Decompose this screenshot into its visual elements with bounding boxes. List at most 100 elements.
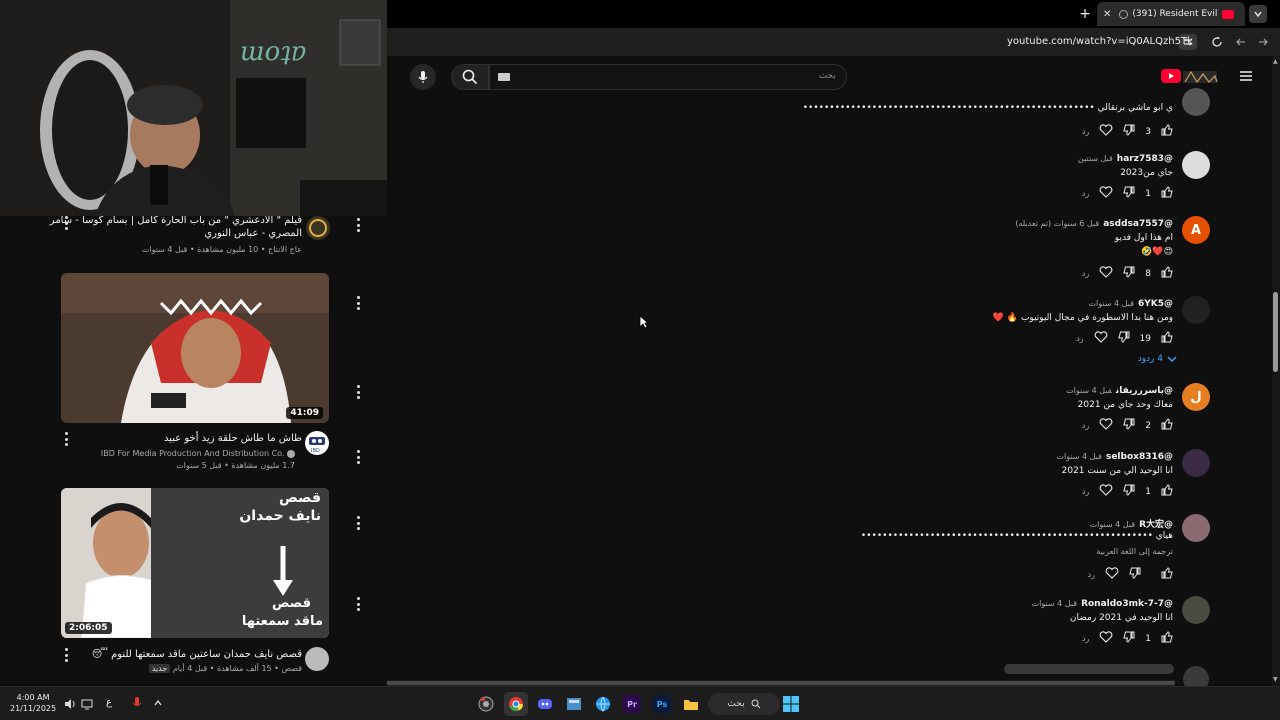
reply-button[interactable]: رد (1082, 487, 1089, 496)
more-options-icon[interactable] (353, 450, 363, 464)
video-title[interactable]: فيلم " الادعشري " من باب الحارة كامل | ب… (42, 216, 302, 240)
reply-button[interactable]: رد (1082, 269, 1089, 278)
close-tab-icon[interactable]: ✕ (1103, 9, 1111, 20)
comment-avatar[interactable]: A (1182, 216, 1210, 244)
globe-icon[interactable] (594, 695, 612, 713)
menu-icon[interactable] (1238, 68, 1254, 84)
channel-avatar[interactable] (306, 216, 330, 240)
comment-author[interactable]: @Ronaldo3mk-7-7 (1081, 599, 1173, 609)
comment-author[interactable]: @asddsa7557 (1103, 219, 1173, 229)
comment-time[interactable]: قبل 4 سنوات (1056, 452, 1101, 461)
channel-avatar[interactable]: IBD (305, 431, 329, 455)
dislike-icon[interactable] (1123, 266, 1135, 281)
like-icon[interactable] (1161, 484, 1173, 499)
comment-avatar[interactable] (1182, 296, 1210, 324)
like-icon[interactable] (1161, 266, 1173, 281)
dislike-icon[interactable] (1123, 631, 1135, 646)
heart-icon[interactable] (1099, 186, 1113, 201)
chevron-up-icon[interactable] (151, 696, 165, 710)
more-options-icon[interactable] (353, 597, 363, 611)
video-title[interactable]: قصص نايف حمدان ساعتين ماقد سمعتها للنوم … (42, 648, 302, 661)
translate-link[interactable]: ترجمة إلى اللغة العربية (1096, 547, 1173, 556)
reply-button[interactable]: رد (1082, 189, 1089, 198)
more-options-icon[interactable] (61, 648, 71, 662)
heart-icon[interactable] (1099, 484, 1113, 499)
dislike-icon[interactable] (1123, 484, 1135, 499)
heart-icon[interactable] (1099, 631, 1113, 646)
language-indicator[interactable]: ع (106, 697, 112, 708)
more-options-icon[interactable] (61, 432, 71, 446)
arrow-forward-icon[interactable] (1255, 34, 1271, 50)
scroll-up-arrow[interactable]: ▲ (1273, 58, 1279, 66)
heart-icon[interactable] (1099, 418, 1113, 433)
comment-avatar[interactable] (1182, 514, 1210, 542)
like-icon[interactable] (1161, 124, 1173, 139)
reply-button[interactable]: رد (1076, 334, 1083, 343)
search-button[interactable] (451, 64, 489, 90)
like-icon[interactable] (1161, 331, 1173, 346)
scroll-down-arrow[interactable]: ▼ (1273, 676, 1279, 684)
channel-name[interactable]: IBD For Media Production And Distributio… (35, 448, 295, 459)
mic-icon[interactable] (130, 696, 144, 710)
reply-button[interactable]: رد (1082, 421, 1089, 430)
dislike-icon[interactable] (1117, 331, 1130, 346)
scrollbar-thumb[interactable] (1273, 292, 1278, 372)
more-options-icon[interactable] (353, 516, 363, 530)
network-icon[interactable] (80, 697, 94, 711)
heart-icon[interactable] (1099, 124, 1113, 139)
heart-icon[interactable] (1099, 266, 1113, 281)
reload-icon[interactable] (1209, 34, 1225, 50)
comment-author[interactable]: @harz7583 (1117, 154, 1173, 164)
channel-avatar[interactable] (305, 647, 329, 671)
window-manager-icon[interactable] (565, 695, 583, 713)
comment-avatar[interactable]: ل (1182, 383, 1210, 411)
dislike-icon[interactable] (1123, 186, 1135, 201)
comment-avatar[interactable] (1182, 151, 1210, 179)
new-tab-icon[interactable]: + (1077, 6, 1093, 22)
view-replies-button[interactable]: 4 ردود (1138, 354, 1177, 364)
comment-time[interactable]: قبل 4 سنوات (1089, 299, 1134, 308)
comment-author[interactable]: @R大宏 (1139, 520, 1173, 530)
heart-icon[interactable] (1094, 331, 1108, 346)
voice-search-button[interactable] (410, 64, 436, 90)
dislike-icon[interactable] (1129, 567, 1141, 582)
volume-icon[interactable] (63, 697, 77, 711)
comment-time[interactable]: قبل 4 سنوات (1066, 386, 1112, 395)
keyboard-icon[interactable] (498, 73, 510, 81)
horizontal-scrollbar-thumb[interactable] (387, 681, 1175, 685)
like-icon[interactable] (1161, 567, 1173, 582)
more-options-icon[interactable] (353, 218, 363, 232)
reply-button[interactable]: رد (1088, 570, 1095, 579)
more-options-icon[interactable] (353, 385, 363, 399)
video-thumbnail[interactable]: 41:09 (61, 273, 329, 423)
vertical-scrollbar[interactable]: ▲ ▼ (1272, 56, 1280, 686)
browser-tab[interactable]: ✕ (391) Resident Evil 4 -HD P (1097, 2, 1245, 26)
more-options-icon[interactable] (353, 296, 363, 310)
premiere-icon[interactable]: Pr (623, 695, 641, 713)
discord-icon[interactable] (536, 695, 554, 713)
comment-author[interactable]: @6YK5 (1138, 299, 1173, 309)
reply-button[interactable]: رد (1082, 127, 1089, 136)
comment-avatar[interactable] (1182, 596, 1210, 624)
photoshop-icon[interactable]: Ps (653, 695, 671, 713)
taskbar-search[interactable]: بحث (708, 693, 780, 715)
chevron-down-icon[interactable] (1249, 5, 1267, 23)
comment-time[interactable]: قبل سنتين (1078, 154, 1113, 163)
video-title[interactable]: طاش ما طاش حلقة زيد أخو عبيد (42, 432, 302, 445)
like-icon[interactable] (1161, 418, 1173, 433)
comment-author[interactable]: @باسررريقان (1116, 386, 1173, 396)
dislike-icon[interactable] (1123, 124, 1135, 139)
comment-avatar[interactable] (1182, 88, 1210, 116)
arrow-back-icon[interactable] (1233, 34, 1249, 50)
comment-time[interactable]: قبل 6 سنوات (تم تعديله) (1015, 219, 1099, 228)
heart-icon[interactable] (1105, 567, 1119, 582)
search-input[interactable]: بحث (489, 64, 847, 90)
comment-author[interactable]: @selbox8316 (1106, 452, 1173, 462)
like-icon[interactable] (1161, 631, 1173, 646)
obs-icon[interactable] (477, 695, 495, 713)
more-options-icon[interactable] (61, 216, 71, 230)
folder-icon[interactable] (682, 695, 700, 713)
chrome-icon[interactable] (504, 692, 528, 716)
reply-button[interactable]: رد (1082, 634, 1089, 643)
dislike-icon[interactable] (1123, 418, 1135, 433)
